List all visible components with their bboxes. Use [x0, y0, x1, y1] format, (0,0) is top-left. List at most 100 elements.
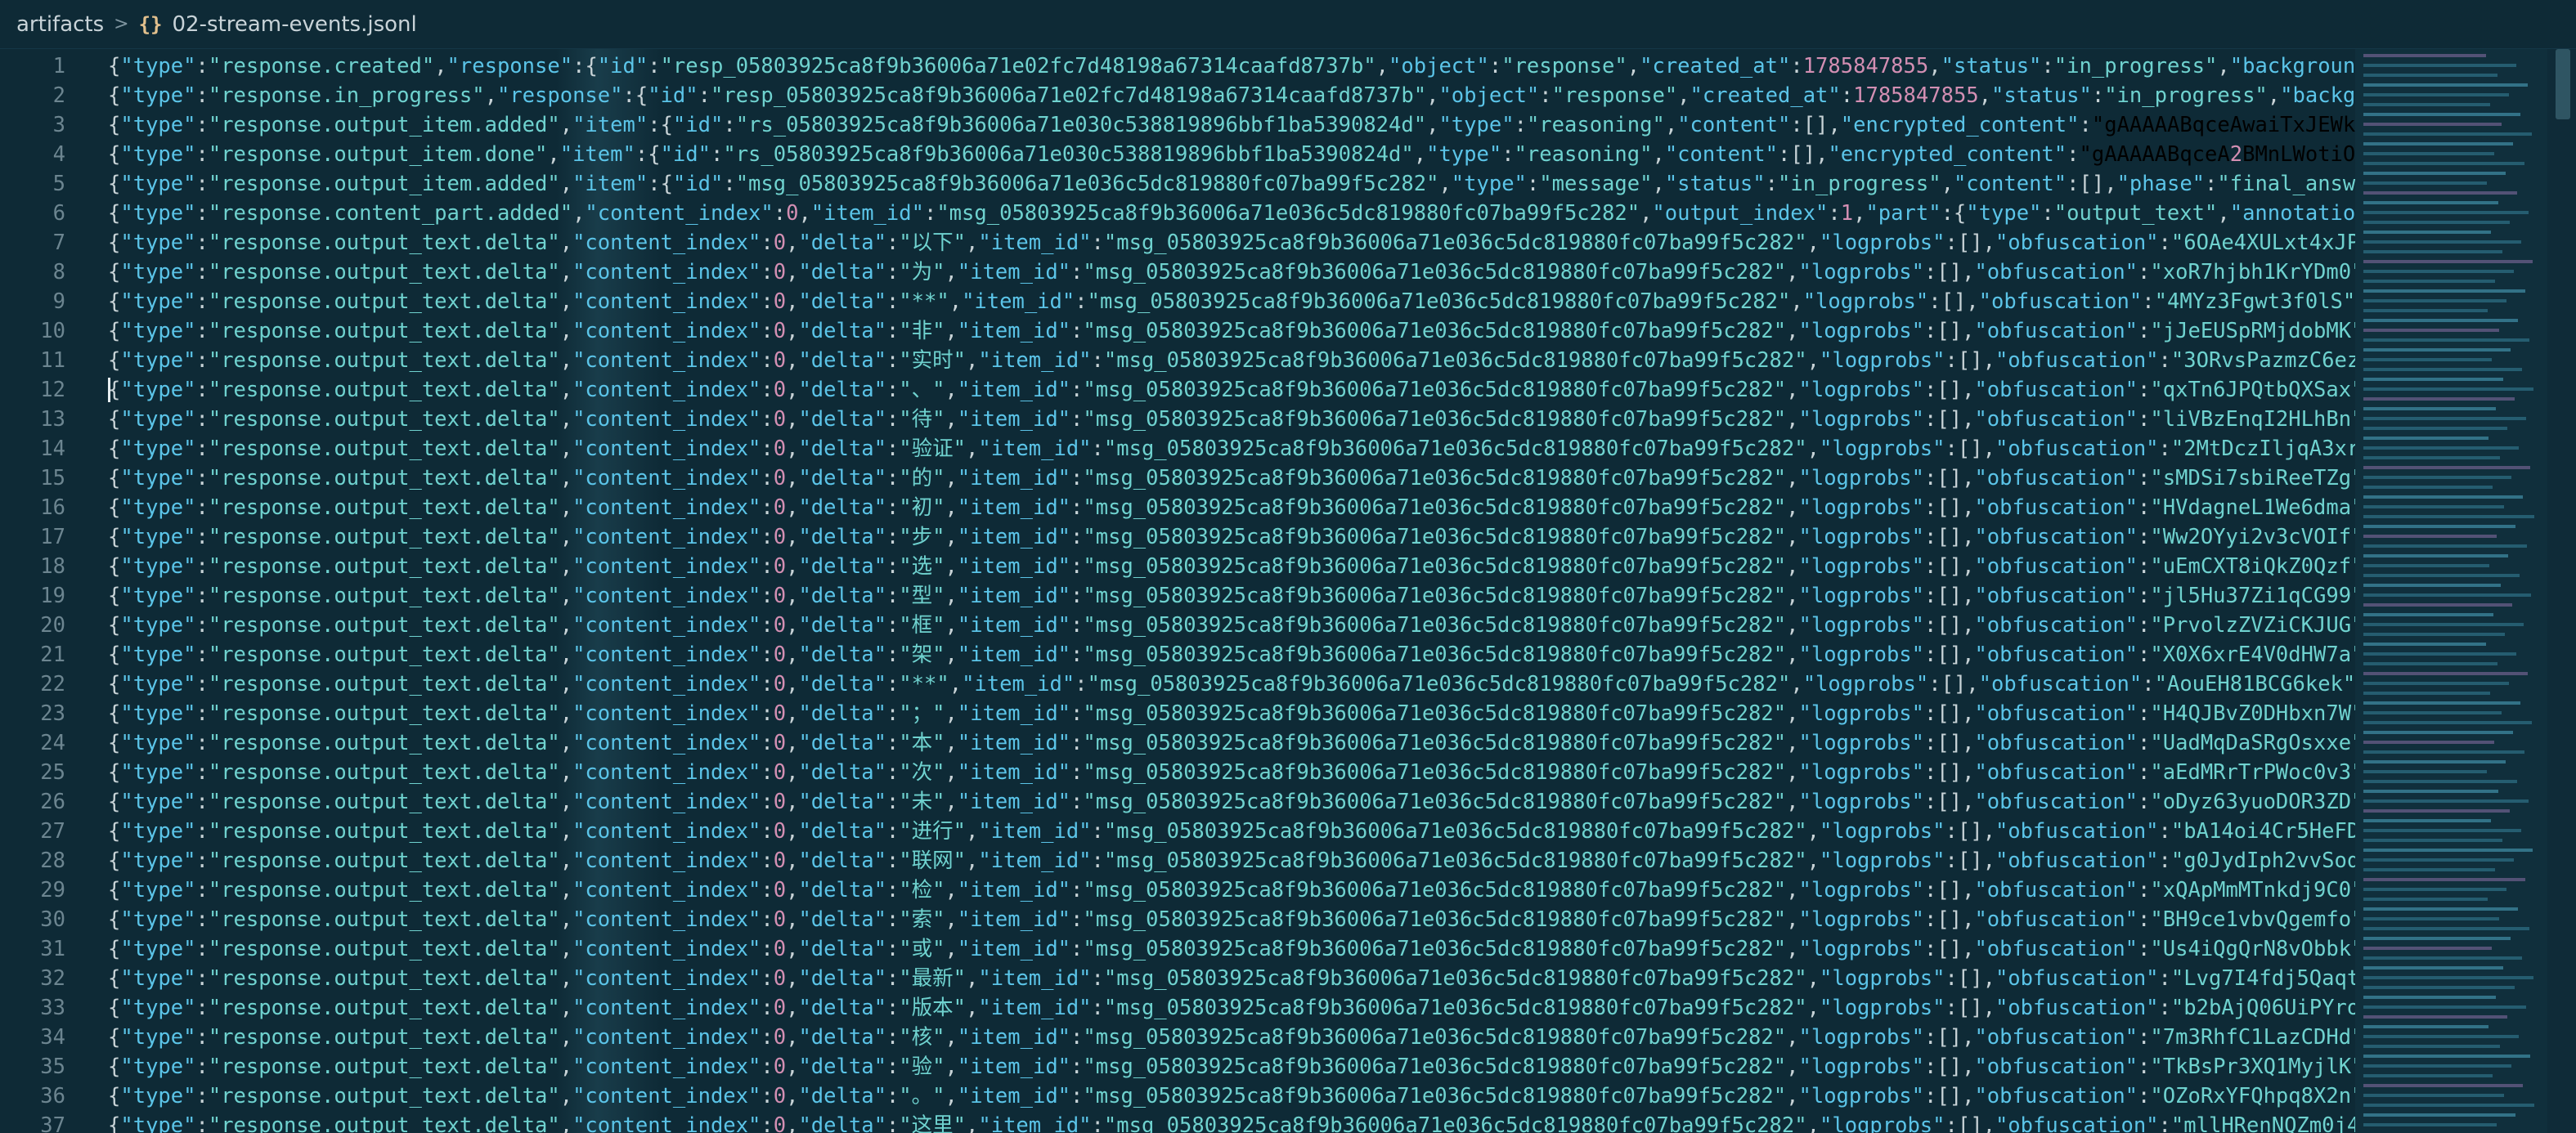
code-text[interactable]: {"type":"response.output_text.delta","co…	[108, 316, 2355, 346]
scrollbar-thumb[interactable]	[2556, 49, 2570, 119]
breadcrumb-folder[interactable]: artifacts	[16, 12, 104, 37]
code-line[interactable]: 33 {"type":"response.output_text.delta","…	[0, 993, 2355, 1023]
minimap-line	[2363, 299, 2506, 302]
code-line[interactable]: 35 {"type":"response.output_text.delta","…	[0, 1052, 2355, 1082]
minimap-line	[2363, 123, 2502, 126]
code-line[interactable]: 24 {"type":"response.output_text.delta","…	[0, 728, 2355, 758]
line-number: 10	[40, 319, 65, 343]
code-editor[interactable]: 1 {"type":"response.created","response":{…	[0, 49, 2355, 1133]
breadcrumb-file[interactable]: 02-stream-events.jsonl	[173, 12, 417, 37]
code-line[interactable]: 17 {"type":"response.output_text.delta","…	[0, 522, 2355, 552]
code-line[interactable]: 21 {"type":"response.output_text.delta","…	[0, 640, 2355, 670]
code-text[interactable]: {"type":"response.output_text.delta","co…	[108, 611, 2355, 640]
code-line[interactable]: 26 {"type":"response.output_text.delta","…	[0, 787, 2355, 817]
minimap-line	[2363, 535, 2497, 538]
code-text[interactable]: {"type":"response.in_progress","response…	[108, 81, 2355, 110]
code-line[interactable]: 30 {"type":"response.output_text.delta","…	[0, 905, 2355, 934]
minimap-line	[2363, 83, 2528, 87]
line-number: 36	[40, 1084, 65, 1108]
code-line[interactable]: 3 {"type":"response.output_item.added","i…	[0, 110, 2355, 140]
code-text[interactable]: {"type":"response.output_text.delta","co…	[108, 1023, 2355, 1052]
minimap-line	[2363, 437, 2488, 440]
code-line[interactable]: 23 {"type":"response.output_text.delta","…	[0, 699, 2355, 728]
code-text[interactable]: {"type":"response.output_text.delta","co…	[108, 258, 2355, 287]
code-line[interactable]: 5 {"type":"response.output_item.added","i…	[0, 169, 2355, 199]
code-line[interactable]: 28 {"type":"response.output_text.delta","…	[0, 846, 2355, 876]
code-line[interactable]: 7 {"type":"response.output_text.delta","c…	[0, 228, 2355, 258]
minimap-line	[2363, 839, 2502, 842]
code-text[interactable]: {"type":"response.output_text.delta","co…	[108, 934, 2355, 964]
minimap-line	[2363, 799, 2529, 803]
code-line[interactable]: 9 {"type":"response.output_text.delta","c…	[0, 287, 2355, 316]
code-text[interactable]: {"type":"response.output_text.delta","co…	[108, 1052, 2355, 1082]
code-text[interactable]: {"type":"response.output_text.delta","co…	[108, 876, 2355, 905]
code-text[interactable]: {"type":"response.output_text.delta","co…	[108, 964, 2355, 993]
code-text[interactable]: {"type":"response.output_text.delta","co…	[108, 434, 2355, 464]
code-line[interactable]: 25 {"type":"response.output_text.delta","…	[0, 758, 2355, 787]
code-text[interactable]: {"type":"response.output_item.added","it…	[108, 110, 2355, 140]
minimap-line	[2363, 544, 2527, 548]
code-line[interactable]: 32 {"type":"response.output_text.delta","…	[0, 964, 2355, 993]
code-text[interactable]: {"type":"response.output_text.delta","co…	[108, 375, 2355, 405]
code-line[interactable]: 20 {"type":"response.output_text.delta","…	[0, 611, 2355, 640]
code-line[interactable]: 11 {"type":"response.output_text.delta","…	[0, 346, 2355, 375]
line-number: 9	[52, 289, 65, 314]
code-line[interactable]: 37 {"type":"response.output_text.delta","…	[0, 1111, 2355, 1133]
code-line[interactable]: 34 {"type":"response.output_text.delta","…	[0, 1023, 2355, 1052]
code-line[interactable]: 29 {"type":"response.output_text.delta","…	[0, 876, 2355, 905]
minimap-line	[2363, 770, 2487, 773]
code-text[interactable]: {"type":"response.output_text.delta","co…	[108, 464, 2355, 493]
code-text[interactable]: {"type":"response.output_text.delta","co…	[108, 522, 2355, 552]
minimap-line	[2363, 427, 2507, 430]
code-line[interactable]: 15 {"type":"response.output_text.delta","…	[0, 464, 2355, 493]
minimap-line	[2363, 947, 2492, 950]
code-line[interactable]: 36 {"type":"response.output_text.delta","…	[0, 1082, 2355, 1111]
vertical-scrollbar[interactable]	[2547, 49, 2576, 1133]
code-text[interactable]: {"type":"response.output_text.delta","co…	[108, 846, 2355, 876]
minimap-line	[2363, 221, 2510, 224]
code-text[interactable]: {"type":"response.output_text.delta","co…	[108, 905, 2355, 934]
code-line[interactable]: 8 {"type":"response.output_text.delta","c…	[0, 258, 2355, 287]
code-line[interactable]: 6 {"type":"response.content_part.added","…	[0, 199, 2355, 228]
code-text[interactable]: {"type":"response.output_text.delta","co…	[108, 640, 2355, 670]
code-line[interactable]: 12 {"type":"response.output_text.delta","…	[0, 375, 2355, 405]
code-text[interactable]: {"type":"response.output_text.delta","co…	[108, 1111, 2355, 1133]
code-text[interactable]: {"type":"response.output_text.delta","co…	[108, 817, 2355, 846]
code-text[interactable]: {"type":"response.output_text.delta","co…	[108, 670, 2355, 699]
code-line[interactable]: 18 {"type":"response.output_text.delta","…	[0, 552, 2355, 581]
line-number: 3	[52, 113, 65, 137]
code-text[interactable]: {"type":"response.output_text.delta","co…	[108, 405, 2355, 434]
code-line[interactable]: 27 {"type":"response.output_text.delta","…	[0, 817, 2355, 846]
minimap-line	[2363, 152, 2494, 155]
code-text[interactable]: {"type":"response.output_text.delta","co…	[108, 758, 2355, 787]
code-text[interactable]: {"type":"response.output_text.delta","co…	[108, 699, 2355, 728]
code-text[interactable]: {"type":"response.created","response":{"…	[108, 52, 2355, 81]
code-text[interactable]: {"type":"response.output_text.delta","co…	[108, 552, 2355, 581]
code-line[interactable]: 1 {"type":"response.created","response":{…	[0, 52, 2355, 81]
minimap[interactable]	[2355, 49, 2547, 1133]
code-line[interactable]: 4 {"type":"response.output_item.done","it…	[0, 140, 2355, 169]
code-text[interactable]: {"type":"response.output_text.delta","co…	[108, 493, 2355, 522]
code-line[interactable]: 13 {"type":"response.output_text.delta","…	[0, 405, 2355, 434]
code-text[interactable]: {"type":"response.output_text.delta","co…	[108, 728, 2355, 758]
code-line[interactable]: 2 {"type":"response.in_progress","respons…	[0, 81, 2355, 110]
code-text[interactable]: {"type":"response.output_text.delta","co…	[108, 346, 2355, 375]
code-line[interactable]: 14 {"type":"response.output_text.delta","…	[0, 434, 2355, 464]
code-text[interactable]: {"type":"response.output_text.delta","co…	[108, 787, 2355, 817]
code-line[interactable]: 19 {"type":"response.output_text.delta","…	[0, 581, 2355, 611]
code-text[interactable]: {"type":"response.content_part.added","c…	[108, 199, 2355, 228]
code-line[interactable]: 16 {"type":"response.output_text.delta","…	[0, 493, 2355, 522]
code-line[interactable]: 31 {"type":"response.output_text.delta","…	[0, 934, 2355, 964]
code-text[interactable]: {"type":"response.output_text.delta","co…	[108, 1082, 2355, 1111]
code-text[interactable]: {"type":"response.output_text.delta","co…	[108, 993, 2355, 1023]
code-line[interactable]: 22 {"type":"response.output_text.delta","…	[0, 670, 2355, 699]
code-text[interactable]: {"type":"response.output_item.added","it…	[108, 169, 2355, 199]
code-text[interactable]: {"type":"response.output_text.delta","co…	[108, 228, 2355, 258]
code-text[interactable]: {"type":"response.output_text.delta","co…	[108, 581, 2355, 611]
line-number: 11	[40, 348, 65, 373]
minimap-line	[2363, 338, 2529, 342]
code-text[interactable]: {"type":"response.output_item.done","ite…	[108, 140, 2355, 169]
code-line[interactable]: 10 {"type":"response.output_text.delta","…	[0, 316, 2355, 346]
minimap-line	[2363, 74, 2497, 77]
code-text[interactable]: {"type":"response.output_text.delta","co…	[108, 287, 2355, 316]
